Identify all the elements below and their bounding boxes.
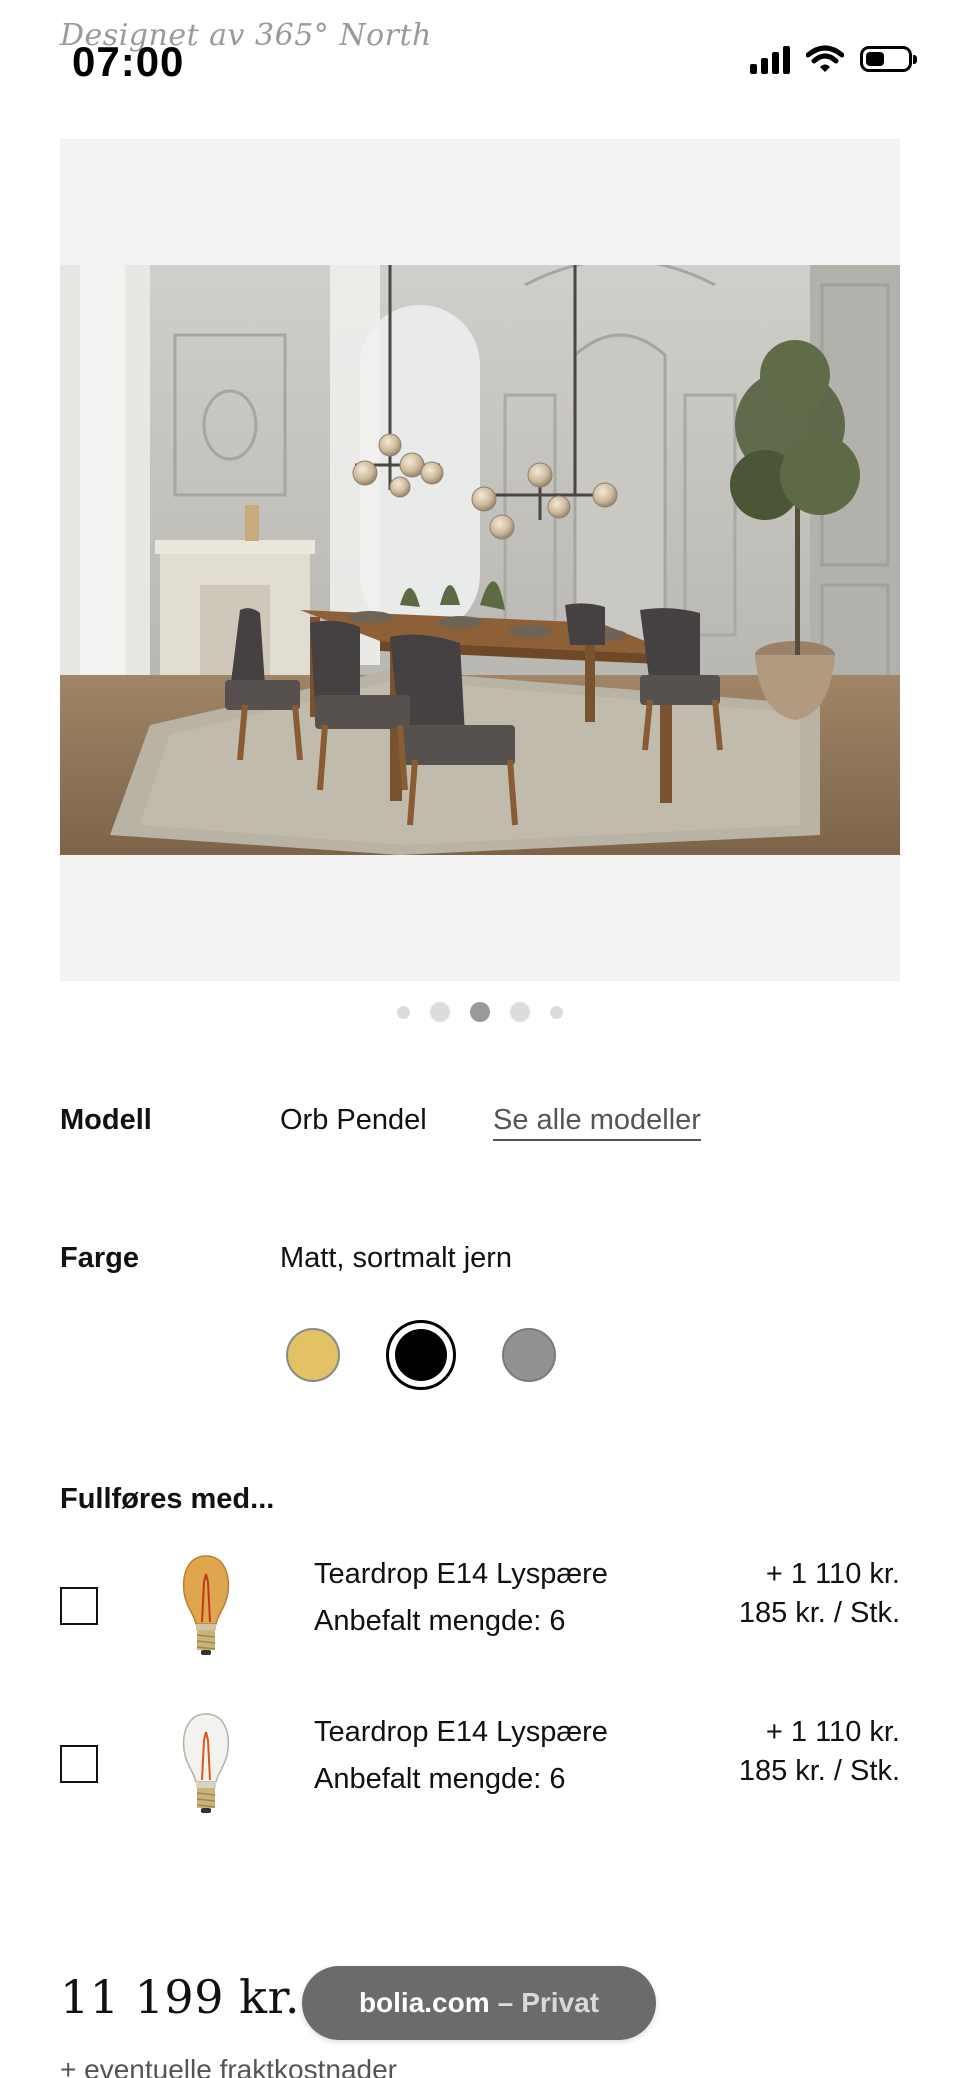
complements-title: Fullføres med... bbox=[60, 1483, 275, 1515]
swatch-black[interactable] bbox=[386, 1320, 456, 1390]
model-label: Modell bbox=[60, 1104, 152, 1136]
url-mode: Privat bbox=[521, 1987, 600, 2018]
status-time: 07:00 bbox=[72, 38, 185, 85]
addon-total-price: + 1 110 kr. bbox=[765, 1716, 900, 1748]
addon-quantity: Anbefalt mengde: 6 bbox=[314, 1605, 566, 1637]
status-bar: Designet av 365° North 07:00 bbox=[0, 0, 960, 110]
carousel-dots bbox=[0, 1002, 960, 1022]
carousel-dot[interactable] bbox=[397, 1005, 410, 1019]
battery-icon bbox=[860, 46, 917, 72]
bulb-clear-icon bbox=[182, 1713, 230, 1813]
addon-checkbox[interactable] bbox=[60, 1745, 98, 1783]
model-value: Orb Pendel bbox=[280, 1104, 427, 1136]
carousel-dot-active[interactable] bbox=[470, 1002, 490, 1022]
addon-checkbox[interactable] bbox=[60, 1587, 98, 1625]
color-label: Farge bbox=[60, 1242, 139, 1274]
bulb-amber-icon bbox=[182, 1555, 230, 1655]
addon-total-price: + 1 110 kr. bbox=[765, 1558, 900, 1590]
carousel-dot[interactable] bbox=[510, 1002, 530, 1022]
addon-name: Teardrop E14 Lyspære bbox=[314, 1558, 608, 1590]
addon-name: Teardrop E14 Lyspære bbox=[314, 1716, 608, 1748]
addon-quantity: Anbefalt mengde: 6 bbox=[314, 1763, 566, 1795]
browser-url-pill[interactable]: bolia.com – Privat bbox=[302, 1966, 656, 2040]
color-swatches bbox=[280, 1320, 580, 1390]
product-page: Designet av 365° North 07:00 Modell Orb … bbox=[0, 0, 960, 2078]
color-value: Matt, sortmalt jern bbox=[280, 1242, 513, 1274]
addon-item: Teardrop E14 Lyspære Anbefalt mengde: 6 … bbox=[60, 1552, 900, 1662]
see-all-models-link[interactable]: Se alle modeller bbox=[493, 1104, 701, 1141]
addon-unit-price: 185 kr. / Stk. bbox=[738, 1755, 900, 1787]
status-icons bbox=[750, 44, 917, 74]
carousel-dot[interactable] bbox=[550, 1005, 563, 1019]
swatch-brass[interactable] bbox=[286, 1328, 340, 1382]
swatch-grey[interactable] bbox=[502, 1328, 556, 1382]
product-gallery[interactable] bbox=[60, 139, 900, 981]
url-domain: bolia.com bbox=[358, 1987, 490, 2018]
addon-unit-price: 185 kr. / Stk. bbox=[738, 1597, 900, 1629]
signal-icon bbox=[750, 44, 790, 74]
product-image[interactable] bbox=[60, 265, 900, 855]
product-price: 11 199 kr. bbox=[60, 1970, 301, 2024]
url-separator: – bbox=[497, 1987, 514, 2018]
carousel-dot[interactable] bbox=[430, 1002, 450, 1022]
shipping-note: + eventuelle fraktkostnader bbox=[60, 2054, 397, 2078]
wifi-icon bbox=[806, 45, 844, 72]
addon-item: Teardrop E14 Lyspære Anbefalt mengde: 6 … bbox=[60, 1710, 900, 1820]
